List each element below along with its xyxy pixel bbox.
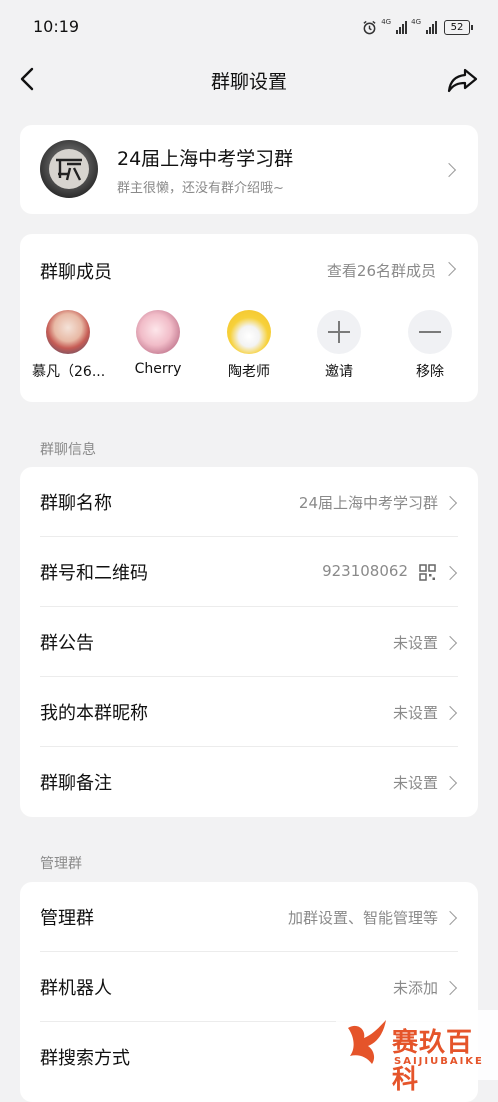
- chevron-right-icon: [442, 565, 458, 581]
- chevron-right-icon: [441, 261, 457, 277]
- network-label-1: 4G: [381, 18, 392, 26]
- row-group-remark[interactable]: 群聊备注 未设置: [20, 747, 478, 817]
- row-value: 923108062: [322, 562, 408, 580]
- chevron-right-icon: [441, 162, 457, 178]
- row-value: 未设置: [392, 704, 438, 722]
- plus-icon: [317, 310, 361, 354]
- members-title: 群聊成员: [40, 262, 112, 283]
- row-label: 群号和二维码: [40, 563, 148, 584]
- avatar: [136, 310, 180, 354]
- group-header-card[interactable]: 24届上海中考学习群 群主很懒，还没有群介绍哦~: [20, 125, 478, 214]
- battery-icon: 52: [444, 19, 473, 35]
- minus-icon: [408, 310, 452, 354]
- group-avatar: [40, 140, 98, 198]
- signal-icon: [396, 20, 408, 34]
- status-time: 10:19: [33, 17, 80, 36]
- group-name: 24届上海中考学习群: [117, 148, 294, 170]
- network-label-2: 4G: [411, 18, 421, 26]
- row-value: 未设置: [392, 634, 438, 652]
- member-name: 慕凡（26...: [32, 364, 106, 380]
- watermark: 赛玖百科 SAIJIUBAIKE: [336, 1010, 498, 1095]
- chevron-right-icon: [442, 705, 458, 721]
- status-bar: 10:19 4G 4G 52: [0, 0, 498, 56]
- row-manage-group[interactable]: 管理群 加群设置、智能管理等: [20, 882, 478, 952]
- chevron-right-icon: [442, 980, 458, 996]
- row-label: 群聊名称: [40, 493, 112, 514]
- chevron-right-icon: [442, 635, 458, 651]
- member-item[interactable]: Cherry: [122, 310, 194, 377]
- member-item[interactable]: 陶老师: [213, 310, 285, 381]
- invite-button[interactable]: 邀请: [303, 310, 375, 381]
- watermark-logo-icon: [348, 1020, 386, 1064]
- avatar: [227, 310, 271, 354]
- alarm-icon: [363, 20, 376, 34]
- group-description: 群主很懒，还没有群介绍哦~: [117, 181, 284, 196]
- view-all-members-link[interactable]: 查看26名群成员: [327, 260, 436, 281]
- row-my-nickname[interactable]: 我的本群昵称 未设置: [20, 677, 478, 747]
- section-label-info: 群聊信息: [40, 442, 96, 458]
- nav-bar: 群聊设置: [0, 56, 498, 106]
- avatar: [46, 310, 90, 354]
- section-label-manage: 管理群: [40, 856, 82, 872]
- row-label: 群机器人: [40, 978, 112, 999]
- member-item[interactable]: 慕凡（26...: [32, 310, 106, 381]
- watermark-subtext: SAIJIUBAIKE: [394, 1056, 484, 1067]
- row-label: 群公告: [40, 633, 94, 654]
- chevron-right-icon: [442, 910, 458, 926]
- qr-code-icon: [419, 564, 436, 581]
- row-value: 加群设置、智能管理等: [287, 909, 438, 927]
- members-card: 群聊成员 查看26名群成员 慕凡（26... Cherry 陶老师 邀请 移除: [20, 234, 478, 402]
- member-name: 陶老师: [228, 364, 270, 380]
- row-group-number-qr[interactable]: 群号和二维码 923108062: [20, 537, 478, 607]
- row-label: 群聊备注: [40, 773, 112, 794]
- row-label: 群搜索方式: [40, 1048, 130, 1069]
- info-card: 群聊名称 24届上海中考学习群 群号和二维码 923108062 群公告 未设置…: [20, 467, 478, 817]
- member-name: Cherry: [134, 361, 182, 377]
- row-label: 我的本群昵称: [40, 703, 148, 724]
- row-value: 未设置: [392, 774, 438, 792]
- signal-icon-2: [426, 20, 437, 34]
- invite-label: 邀请: [325, 364, 353, 380]
- status-icons: 4G 4G 52: [362, 16, 473, 38]
- page-title: 群聊设置: [210, 71, 287, 93]
- row-group-name[interactable]: 群聊名称 24届上海中考学习群: [20, 467, 478, 537]
- row-announcement[interactable]: 群公告 未设置: [20, 607, 478, 677]
- row-value: 24届上海中考学习群: [298, 494, 438, 512]
- share-icon[interactable]: [446, 63, 480, 97]
- remove-label: 移除: [416, 364, 444, 380]
- chevron-right-icon: [442, 495, 458, 511]
- row-label: 管理群: [40, 908, 94, 929]
- chevron-right-icon: [442, 775, 458, 791]
- row-value: 未添加: [392, 979, 438, 997]
- remove-button[interactable]: 移除: [394, 310, 466, 381]
